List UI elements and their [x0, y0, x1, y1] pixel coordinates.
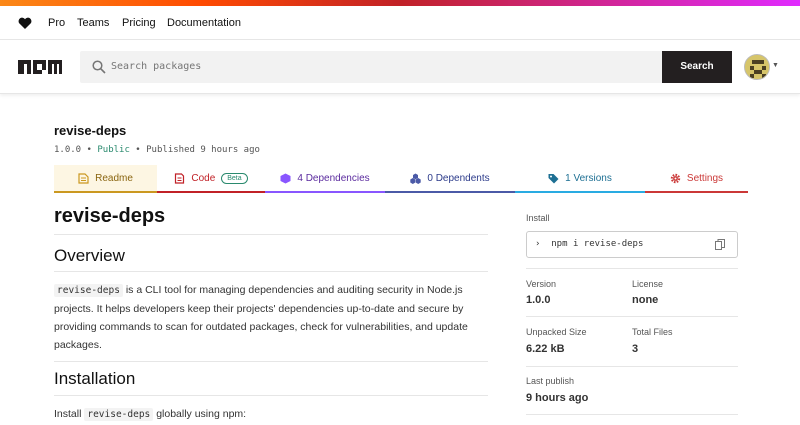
avatar[interactable] — [744, 54, 770, 80]
tab-dependencies[interactable]: 4 Dependencies — [265, 165, 385, 193]
readme-icon — [78, 172, 89, 184]
beta-badge: Beta — [221, 172, 248, 184]
tab-dependents[interactable]: 0 Dependents — [385, 165, 515, 193]
install-command-box[interactable]: › npm i revise-deps — [526, 231, 738, 258]
divider — [526, 414, 738, 415]
inline-code: revise-deps — [84, 408, 154, 421]
last-publish-label: Last publish — [526, 376, 575, 386]
tab-label: 4 Dependencies — [297, 172, 370, 184]
dependents-icon — [410, 173, 422, 184]
installation-heading: Installation — [54, 369, 136, 388]
install-label: Install — [526, 213, 550, 223]
divider — [54, 395, 488, 396]
divider — [526, 268, 738, 269]
total-files-label: Total Files — [632, 327, 673, 337]
divider — [526, 316, 738, 317]
install-command-text: npm i revise-deps — [551, 239, 644, 249]
copy-icon[interactable] — [715, 239, 725, 250]
install-prefix: Install — [54, 408, 85, 420]
nav-link-pro[interactable]: Pro — [48, 17, 65, 29]
license-label: License — [632, 279, 664, 289]
tab-code[interactable]: Code Beta — [157, 165, 265, 193]
tab-label: Readme — [95, 172, 133, 184]
install-command: › npm i revise-deps — [535, 239, 644, 249]
version-value: 1.0.0 — [526, 294, 551, 306]
installation-paragraph: Install revise-deps globally using npm: — [54, 405, 474, 424]
code-icon — [175, 172, 185, 184]
tab-versions[interactable]: 1 Versions — [515, 165, 645, 193]
inline-code: revise-deps — [54, 284, 123, 297]
search-input[interactable]: Search packages — [80, 51, 662, 83]
nav-link-pricing[interactable]: Pricing — [122, 17, 156, 29]
license-value: none — [632, 294, 659, 306]
tab-label: 0 Dependents — [427, 172, 490, 184]
version-label: Version — [526, 279, 557, 289]
tab-label: Settings — [686, 172, 724, 184]
package-version: 1.0.0 — [54, 145, 82, 155]
overview-paragraph: revise-deps is a CLI tool for managing d… — [54, 281, 474, 354]
package-meta: 1.0.0 • Public • Published 9 hours ago — [54, 145, 260, 155]
search-icon — [92, 60, 106, 74]
versions-icon — [548, 173, 559, 183]
divider — [54, 234, 488, 235]
unpacked-size-label: Unpacked Size — [526, 327, 587, 337]
tab-readme[interactable]: Readme — [54, 165, 157, 193]
tab-label: 1 Versions — [565, 172, 612, 184]
settings-icon — [670, 173, 681, 183]
dependencies-icon — [280, 173, 291, 183]
unpacked-size-value: 6.22 kB — [526, 343, 565, 355]
divider — [526, 366, 738, 367]
divider — [54, 361, 488, 362]
package-name: revise-deps — [54, 123, 127, 138]
last-publish-value: 9 hours ago — [526, 392, 589, 404]
tab-label: Code — [191, 172, 216, 184]
nav-link-documentation[interactable]: Documentation — [167, 17, 241, 29]
overview-heading: Overview — [54, 246, 125, 265]
tab-settings[interactable]: Settings — [645, 165, 748, 193]
heart-icon[interactable] — [18, 17, 32, 30]
install-suffix: globally using npm: — [153, 408, 247, 420]
npm-logo[interactable] — [18, 60, 62, 74]
search-placeholder: Search packages — [111, 61, 202, 72]
package-published: Published 9 hours ago — [146, 145, 260, 155]
readme-title: revise-deps — [54, 205, 166, 227]
total-files-value: 3 — [632, 343, 639, 355]
search-button[interactable]: Search — [662, 51, 732, 83]
package-visibility: Public — [97, 145, 130, 155]
nav-link-teams[interactable]: Teams — [77, 17, 109, 29]
divider — [54, 271, 488, 272]
top-nav: Pro Teams Pricing Documentation — [0, 6, 800, 40]
chevron-down-icon[interactable]: ▼ — [772, 62, 779, 69]
